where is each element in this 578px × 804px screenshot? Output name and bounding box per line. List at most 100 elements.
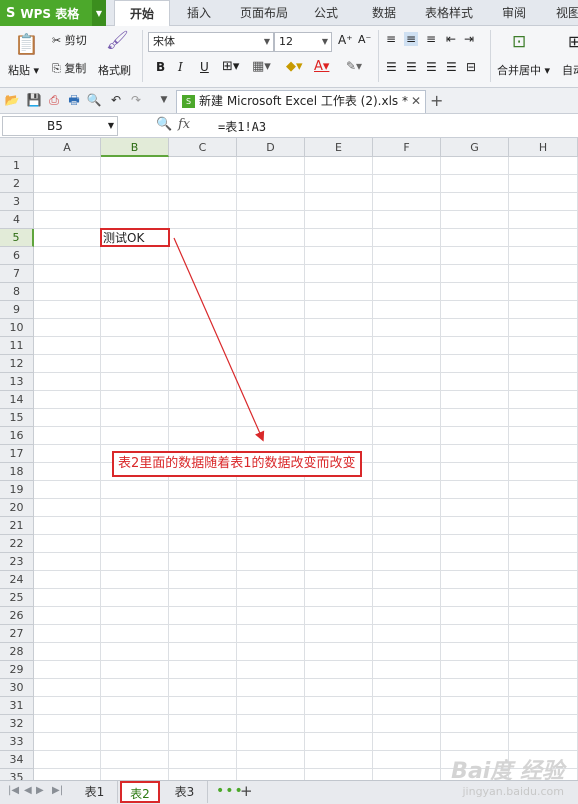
select-all-corner[interactable] — [0, 138, 34, 157]
close-icon[interactable]: ✕ — [411, 91, 421, 112]
row-header-14[interactable]: 14 — [0, 391, 34, 409]
first-sheet-icon[interactable]: |◀ — [8, 785, 19, 796]
row-header-24[interactable]: 24 — [0, 571, 34, 589]
font-name-select[interactable]: 宋体 ▼ — [148, 32, 274, 52]
cut-button[interactable]: ✂ 剪切 — [52, 32, 87, 48]
bold-button[interactable]: B — [156, 60, 165, 74]
tab-table-style[interactable]: 表格样式 — [418, 0, 480, 26]
row-header-20[interactable]: 20 — [0, 499, 34, 517]
row-header-18[interactable]: 18 — [0, 463, 34, 481]
fill-pattern-icon[interactable]: ▦▾ — [252, 59, 271, 74]
wrap-text-icon[interactable]: ⊞ — [568, 32, 578, 51]
row-header-31[interactable]: 31 — [0, 697, 34, 715]
merge-center-button[interactable]: 合并居中 ▾ — [497, 62, 550, 78]
copy-button[interactable]: ⎘ 复制 — [52, 60, 86, 76]
document-tab[interactable]: S 新建 Microsoft Excel 工作表 (2).xls * ✕ — [176, 90, 426, 113]
row-header-19[interactable]: 19 — [0, 481, 34, 499]
row-header-17[interactable]: 17 — [0, 445, 34, 463]
column-header-g[interactable]: G — [441, 138, 509, 157]
column-header-h[interactable]: H — [509, 138, 578, 157]
tab-review[interactable]: 审阅 — [494, 0, 534, 26]
row-header-11[interactable]: 11 — [0, 337, 34, 355]
tab-insert[interactable]: 插入 — [176, 0, 222, 26]
align-bottom-icon[interactable]: ≡ — [426, 32, 436, 46]
redo-icon[interactable]: ↷ — [128, 92, 144, 108]
tab-home[interactable]: 开始 — [114, 0, 170, 27]
column-header-c[interactable]: C — [169, 138, 237, 157]
brush-icon[interactable]: 🖌 — [106, 30, 129, 51]
row-header-26[interactable]: 26 — [0, 607, 34, 625]
app-menu-button[interactable]: S WPS 表格 ▼ — [0, 0, 106, 26]
font-color-icon[interactable]: A▾ — [314, 59, 329, 74]
align-top-icon[interactable]: ≡ — [386, 32, 396, 46]
column-header-e[interactable]: E — [305, 138, 373, 157]
sheet-tab-1[interactable]: 表1 — [72, 781, 118, 803]
align-right-icon[interactable]: ☰ — [426, 60, 437, 74]
save-icon[interactable]: 💾 — [26, 92, 42, 108]
row-header-5[interactable]: 5 — [0, 229, 34, 247]
font-size-select[interactable]: 12 ▼ — [274, 32, 332, 52]
row-header-32[interactable]: 32 — [0, 715, 34, 733]
fx-icon[interactable]: fx — [178, 117, 190, 132]
customize-toolbar-icon[interactable]: ▼ — [156, 92, 172, 108]
row-header-7[interactable]: 7 — [0, 265, 34, 283]
indent-decrease-icon[interactable]: ⇤ — [446, 32, 456, 46]
align-left-icon[interactable]: ☰ — [386, 60, 397, 74]
row-header-25[interactable]: 25 — [0, 589, 34, 607]
name-box[interactable]: B5 ▼ — [2, 116, 118, 136]
shrink-font-icon[interactable]: A⁻ — [358, 33, 371, 46]
align-center-icon[interactable]: ☰ — [406, 60, 417, 74]
clear-format-icon[interactable]: ✎▾ — [346, 59, 362, 73]
chevron-down-icon[interactable]: ▼ — [92, 0, 106, 26]
fill-color-icon[interactable]: ◆▾ — [286, 59, 303, 74]
paste-icon[interactable]: 📋 — [14, 32, 39, 56]
underline-button[interactable]: U — [200, 60, 209, 74]
formula-input[interactable]: =表1!A3 — [218, 118, 266, 135]
tab-page-layout[interactable]: 页面布局 — [232, 0, 296, 26]
prev-sheet-icon[interactable]: ◀ — [24, 785, 32, 796]
tab-view[interactable]: 视图 — [548, 0, 578, 26]
row-header-4[interactable]: 4 — [0, 211, 34, 229]
row-header-28[interactable]: 28 — [0, 643, 34, 661]
tab-formulas[interactable]: 公式 — [306, 0, 346, 26]
row-header-30[interactable]: 30 — [0, 679, 34, 697]
row-header-9[interactable]: 9 — [0, 301, 34, 319]
export-pdf-icon[interactable]: ⎙ — [46, 92, 62, 108]
zoom-icon[interactable]: 🔍 — [156, 117, 172, 132]
sheet-tab-2[interactable]: 表2 — [120, 781, 160, 803]
row-header-29[interactable]: 29 — [0, 661, 34, 679]
row-header-6[interactable]: 6 — [0, 247, 34, 265]
row-header-35[interactable]: 35 — [0, 769, 34, 780]
row-header-10[interactable]: 10 — [0, 319, 34, 337]
justify-icon[interactable]: ☰ — [446, 60, 457, 74]
row-header-34[interactable]: 34 — [0, 751, 34, 769]
column-header-d[interactable]: D — [237, 138, 305, 157]
row-header-2[interactable]: 2 — [0, 175, 34, 193]
column-header-f[interactable]: F — [373, 138, 441, 157]
row-header-8[interactable]: 8 — [0, 283, 34, 301]
row-header-13[interactable]: 13 — [0, 373, 34, 391]
new-tab-plus-icon[interactable]: + — [430, 91, 443, 110]
italic-button[interactable]: I — [178, 60, 183, 74]
add-sheet-icon[interactable]: + — [240, 782, 253, 800]
tab-data[interactable]: 数据 — [364, 0, 404, 26]
row-header-1[interactable]: 1 — [0, 157, 34, 175]
row-header-15[interactable]: 15 — [0, 409, 34, 427]
print-icon[interactable]: 🖶 — [66, 92, 82, 108]
row-header-27[interactable]: 27 — [0, 625, 34, 643]
column-header-b[interactable]: B — [101, 138, 169, 157]
align-middle-icon[interactable]: ≡ — [404, 32, 419, 46]
worksheet-grid[interactable]: ABCDEFGH 1 2 3 4 5 6 7 8 9 10 11 12 13 14 15 16 17 18 19 20… — [0, 138, 578, 780]
row-header-33[interactable]: 33 — [0, 733, 34, 751]
row-header-23[interactable]: 23 — [0, 553, 34, 571]
print-preview-icon[interactable]: 🔍 — [86, 92, 102, 108]
row-header-16[interactable]: 16 — [0, 427, 34, 445]
merge-center-icon[interactable]: ⊡ — [512, 32, 526, 52]
row-header-21[interactable]: 21 — [0, 517, 34, 535]
row-header-22[interactable]: 22 — [0, 535, 34, 553]
sheet-tab-3[interactable]: 表3 — [162, 781, 208, 803]
row-header-12[interactable]: 12 — [0, 355, 34, 373]
format-painter-button[interactable]: 格式刷 — [98, 62, 131, 78]
distribute-icon[interactable]: ⊟ — [466, 60, 476, 74]
last-sheet-icon[interactable]: ▶| — [52, 785, 63, 796]
